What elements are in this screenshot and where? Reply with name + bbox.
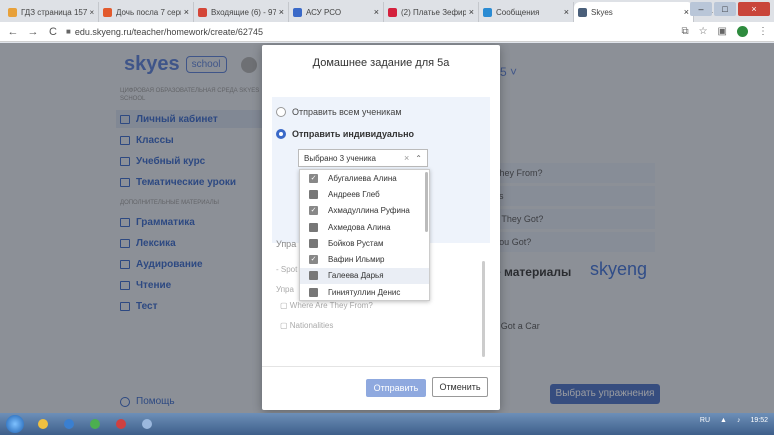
- clock[interactable]: 19:52: [750, 417, 768, 424]
- modal-scrollbar[interactable]: [482, 261, 485, 357]
- radio-send-individual[interactable]: Отправить индивидуально: [276, 129, 414, 139]
- tab-favicon-icon: [483, 7, 492, 17]
- tab-favicon-icon: [198, 7, 207, 17]
- modal-title: Домашнее задание для 5а: [312, 57, 450, 69]
- chrome-icon[interactable]: [84, 416, 106, 432]
- browser-tab-bar: ГДЗ страница 157 × Дочь посла 7 серия× В…: [0, 0, 774, 22]
- checkbox-checked-icon[interactable]: ✓: [309, 206, 318, 216]
- dropdown-scrollbar[interactable]: [425, 172, 428, 232]
- tab-favicon-icon: [8, 7, 17, 17]
- student-option[interactable]: ✓ Ахмадуллина Руфина: [300, 203, 429, 219]
- checkbox-icon[interactable]: [309, 287, 318, 297]
- browser-tab-active[interactable]: Skyes ×: [574, 2, 694, 22]
- spotlight-text: - Spot: [276, 265, 298, 274]
- url-field[interactable]: ■ edu.skyeng.ru/teacher/homework/create/…: [66, 27, 681, 37]
- window-icon[interactable]: [136, 416, 158, 432]
- volume-icon[interactable]: ♪: [737, 417, 741, 424]
- close-tab-icon[interactable]: ×: [279, 7, 284, 17]
- browser-tab[interactable]: ГДЗ страница 157 ×: [4, 2, 99, 22]
- close-window-button[interactable]: ×: [738, 2, 770, 16]
- exercise-where[interactable]: ▢ Where Are They From?: [280, 301, 373, 310]
- tab-favicon-icon: [293, 7, 302, 17]
- exercise-nationalities[interactable]: ▢ Nationalities: [280, 321, 333, 330]
- close-tab-icon[interactable]: ×: [374, 7, 379, 17]
- send-button[interactable]: Отправить: [366, 379, 426, 397]
- student-option[interactable]: ✓ Вафин Ильмир: [300, 251, 429, 267]
- checkbox-icon[interactable]: [309, 238, 318, 248]
- maximize-button[interactable]: □: [714, 2, 736, 16]
- chevron-up-icon[interactable]: ⌃: [415, 154, 422, 163]
- close-tab-icon[interactable]: ×: [184, 7, 189, 17]
- browser-tab[interactable]: АСУ РСО ×: [289, 2, 384, 22]
- student-option[interactable]: ✓ Абугалиева Алина: [300, 170, 429, 186]
- browser-tab[interactable]: Сообщения ×: [479, 2, 574, 22]
- tab-favicon-icon: [578, 7, 587, 17]
- students-dropdown: ✓ Абугалиева Алина Андреев Глеб ✓ Ахмадулл…: [299, 169, 430, 301]
- tab-favicon-icon: [388, 7, 397, 17]
- checkbox-checked-icon[interactable]: ✓: [309, 255, 318, 265]
- student-option[interactable]: Бойков Рустам: [300, 235, 429, 251]
- cancel-button[interactable]: Отменить: [432, 377, 488, 397]
- address-bar: ← → C ■ edu.skyeng.ru/teacher/homework/c…: [0, 22, 774, 42]
- radio-send-all[interactable]: Отправить всем ученикам: [276, 107, 402, 117]
- student-option[interactable]: Ахмедова Алина: [300, 219, 429, 235]
- system-tray: RU ▲ ♪ 19:52: [700, 417, 768, 424]
- app-icon[interactable]: [110, 416, 132, 432]
- browser-tab[interactable]: (2) Платье Зефир ×: [384, 2, 479, 22]
- tab-favicon-icon: [103, 7, 112, 17]
- explorer-icon[interactable]: [32, 416, 54, 432]
- forward-arrow-icon[interactable]: →: [26, 26, 40, 38]
- close-tab-icon[interactable]: ×: [469, 7, 474, 17]
- reload-icon[interactable]: C: [46, 26, 60, 38]
- language-indicator[interactable]: RU: [700, 417, 710, 424]
- checkbox-icon[interactable]: [309, 271, 318, 281]
- exercises-text: Упра: [276, 285, 294, 294]
- start-button[interactable]: [6, 415, 24, 433]
- network-icon[interactable]: ▲: [720, 417, 727, 424]
- checkbox-icon[interactable]: [309, 189, 318, 199]
- checkbox-icon[interactable]: [309, 222, 318, 232]
- radio-icon[interactable]: [276, 107, 286, 117]
- divider: [262, 366, 500, 367]
- back-arrow-icon[interactable]: ←: [6, 26, 20, 38]
- student-option[interactable]: Гиниятуллин Денис: [300, 284, 429, 300]
- star-icon[interactable]: ☆: [699, 26, 708, 37]
- radio-selected-icon[interactable]: [276, 129, 286, 139]
- translate-icon[interactable]: ⧉: [681, 26, 688, 37]
- browser-tab[interactable]: Входящие (6) - 975 ×: [194, 2, 289, 22]
- extension-icon[interactable]: ▣: [718, 26, 727, 37]
- window-controls: – □ ×: [690, 2, 770, 16]
- media-icon[interactable]: [58, 416, 80, 432]
- profile-avatar[interactable]: [737, 26, 748, 37]
- students-select[interactable]: Выбрано 3 ученика × ⌃: [298, 149, 428, 167]
- checkbox-checked-icon[interactable]: ✓: [309, 173, 318, 183]
- browser-tab[interactable]: Дочь посла 7 серия×: [99, 2, 194, 22]
- close-tab-icon[interactable]: ×: [684, 7, 689, 17]
- clear-icon[interactable]: ×: [404, 153, 409, 163]
- minimize-button[interactable]: –: [690, 2, 712, 16]
- menu-icon[interactable]: ⋮: [758, 26, 768, 37]
- close-tab-icon[interactable]: ×: [564, 7, 569, 17]
- student-option[interactable]: Андреев Глеб: [300, 186, 429, 202]
- windows-taskbar: RU ▲ ♪ 19:52: [0, 413, 774, 435]
- exercises-label: Упра: [276, 239, 297, 249]
- student-option-hover[interactable]: Галеева Дарья: [300, 267, 429, 285]
- lock-icon: ■: [66, 27, 71, 36]
